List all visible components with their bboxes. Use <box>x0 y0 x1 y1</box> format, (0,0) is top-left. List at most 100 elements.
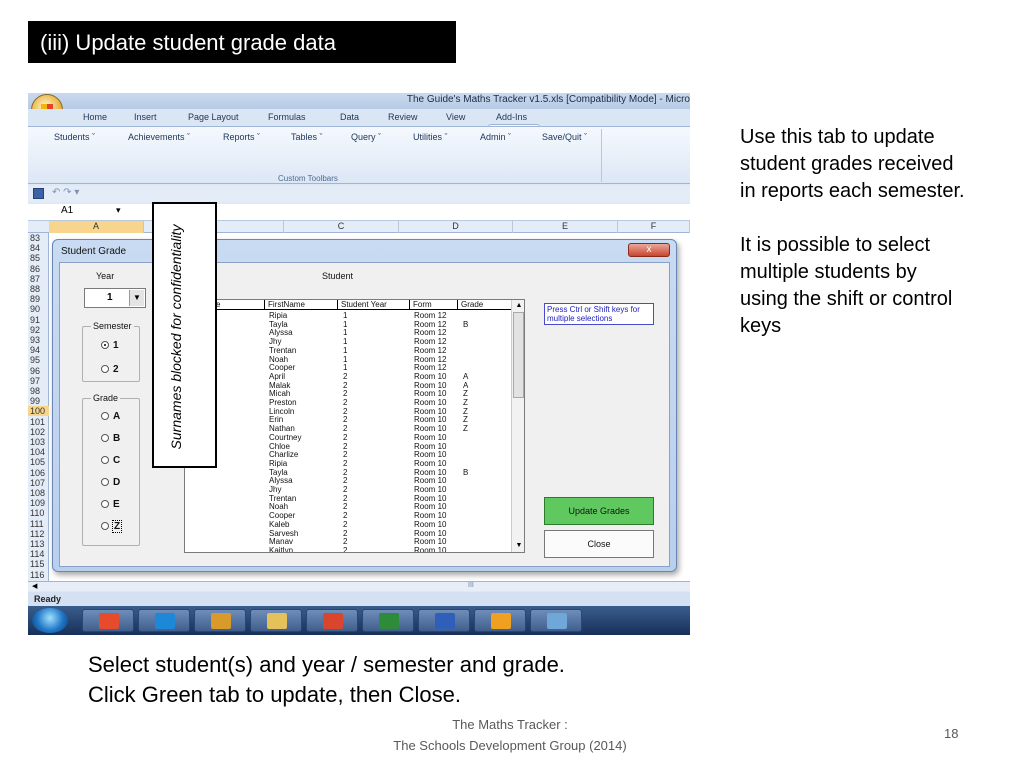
year-select[interactable]: 1 ▼ <box>84 288 146 308</box>
row-header[interactable]: 110 <box>30 508 44 518</box>
ribbon-utilities[interactable]: Utilities ˇ <box>413 132 448 142</box>
semester-radio-2[interactable]: 2 <box>101 364 119 375</box>
ribbon-achievements[interactable]: Achievements ˇ <box>128 132 190 142</box>
row-header[interactable]: 107 <box>30 478 45 488</box>
list-item[interactable]: Manav 2 Room 10 <box>185 537 511 546</box>
scroll-left-icon[interactable]: ◀ <box>32 582 37 590</box>
tab-formulas[interactable]: Formulas <box>268 112 306 122</box>
list-item[interactable]: Courtney 2 Room 10 <box>185 433 511 442</box>
list-item[interactable]: Trentan 1 Room 12 <box>185 346 511 355</box>
grade-radio-c[interactable]: C <box>101 455 120 466</box>
update-grades-button[interactable]: Update Grades <box>544 497 654 525</box>
list-item[interactable]: Trentan 2 Room 10 <box>185 494 511 503</box>
row-header[interactable]: 84 <box>30 243 40 253</box>
undo-redo-icons[interactable]: ↶ ↷ ▾ <box>52 187 79 198</box>
ribbon-query[interactable]: Query ˇ <box>351 132 381 142</box>
row-header[interactable]: 102 <box>30 427 45 437</box>
ribbon-admin[interactable]: Admin ˇ <box>480 132 511 142</box>
list-item[interactable]: Charlize 2 Room 10 <box>185 450 511 459</box>
grade-radio-b[interactable]: B <box>101 433 120 444</box>
row-header[interactable]: 91 <box>30 315 40 325</box>
column-header-d[interactable]: D <box>399 221 513 233</box>
list-item[interactable]: Tayla 1 Room 12 B <box>185 320 511 329</box>
row-header[interactable]: 86 <box>30 264 40 274</box>
list-item[interactable]: Preston 2 Room 10 Z <box>185 398 511 407</box>
row-header[interactable]: 99 <box>30 396 40 406</box>
row-header[interactable]: 89 <box>30 294 40 304</box>
list-item[interactable]: Jhy 2 Room 10 <box>185 485 511 494</box>
list-item[interactable]: Ripia 1 Room 12 <box>185 311 511 320</box>
column-header-c[interactable]: C <box>284 221 399 233</box>
row-header[interactable]: 90 <box>30 304 40 314</box>
taskbar-button[interactable] <box>306 609 358 632</box>
taskbar-button[interactable] <box>138 609 190 632</box>
row-header[interactable]: 87 <box>30 274 40 284</box>
student-listbox[interactable]: Surname FirstName Student Year Form Grad… <box>184 299 525 553</box>
list-item[interactable]: Tayla 2 Room 10 B <box>185 468 511 477</box>
list-item[interactable]: Lincoln 2 Room 10 Z <box>185 407 511 416</box>
list-item[interactable]: Ripia 2 Room 10 <box>185 459 511 468</box>
scroll-down-icon[interactable]: ▼ <box>513 540 524 551</box>
close-button[interactable]: Close <box>544 530 654 558</box>
row-header[interactable]: 92 <box>30 325 40 335</box>
taskbar-button[interactable] <box>474 609 526 632</box>
semester-radio-1[interactable]: 1 <box>101 340 119 351</box>
row-header[interactable]: 94 <box>30 345 40 355</box>
name-box-dropdown-icon[interactable]: ▾ <box>116 205 121 216</box>
chevron-down-icon[interactable]: ▼ <box>129 290 144 306</box>
row-header[interactable]: 114 <box>30 549 44 559</box>
dialog-close-button[interactable]: x <box>628 243 670 257</box>
grade-radio-z[interactable]: Z <box>101 520 123 533</box>
row-header[interactable]: 93 <box>30 335 40 345</box>
row-header[interactable]: 85 <box>30 253 40 263</box>
list-item[interactable]: Kaleb 2 Room 10 <box>185 520 511 529</box>
list-item[interactable]: Chloe 2 Room 10 <box>185 442 511 451</box>
grade-radio-a[interactable]: A <box>101 411 120 422</box>
column-header-e[interactable]: E <box>513 221 618 233</box>
taskbar-button[interactable] <box>362 609 414 632</box>
row-header[interactable]: 88 <box>30 284 40 294</box>
taskbar-button[interactable] <box>250 609 302 632</box>
list-item[interactable]: Noah 2 Room 10 <box>185 502 511 511</box>
list-item[interactable]: Sarvesh 2 Room 10 <box>185 529 511 538</box>
column-header-f[interactable]: F <box>618 221 690 233</box>
row-header[interactable]: 108 <box>30 488 45 498</box>
row-header[interactable]: 116 <box>30 570 44 580</box>
row-header[interactable]: 115 <box>30 559 44 569</box>
tab-insert[interactable]: Insert <box>134 112 157 122</box>
row-header[interactable]: 97 <box>30 376 40 386</box>
tab-data[interactable]: Data <box>340 112 359 122</box>
row-header[interactable]: 105 <box>30 457 45 467</box>
row-header[interactable]: 104 <box>30 447 45 457</box>
ribbon-tables[interactable]: Tables ˇ <box>291 132 323 142</box>
row-header[interactable]: 95 <box>30 355 40 365</box>
list-item[interactable]: Alyssa 1 Room 12 <box>185 328 511 337</box>
tab-add-ins[interactable]: Add-Ins <box>496 112 527 122</box>
tab-view[interactable]: View <box>446 112 465 122</box>
list-item[interactable]: Malak 2 Room 10 A <box>185 381 511 390</box>
row-header[interactable]: 106 <box>30 468 45 478</box>
list-item[interactable]: Nathan 2 Room 10 Z <box>185 424 511 433</box>
tab-review[interactable]: Review <box>388 112 418 122</box>
tab-home[interactable]: Home <box>83 112 107 122</box>
horizontal-scrollbar[interactable]: ◀ III <box>28 581 690 591</box>
scroll-thumb[interactable] <box>513 312 524 398</box>
list-item[interactable]: Cooper 1 Room 12 <box>185 363 511 372</box>
row-header[interactable]: 111 <box>30 519 44 529</box>
list-item[interactable]: Kaitlyn 2 Room 10 <box>185 546 511 552</box>
list-item[interactable]: Cooper 2 Room 10 <box>185 511 511 520</box>
scroll-up-icon[interactable]: ▲ <box>513 300 524 311</box>
list-item[interactable]: Erin 2 Room 10 Z <box>185 415 511 424</box>
list-item[interactable]: Alyssa 2 Room 10 <box>185 476 511 485</box>
scroll-grip[interactable]: III <box>468 582 474 589</box>
row-header[interactable]: 101 <box>30 417 45 427</box>
list-item[interactable]: Noah 1 Room 12 <box>185 355 511 364</box>
grade-radio-e[interactable]: E <box>101 499 120 510</box>
save-icon[interactable] <box>33 188 44 199</box>
ribbon-students[interactable]: Students ˇ <box>54 132 95 142</box>
column-header-a[interactable]: A <box>49 221 144 233</box>
row-header[interactable]: 100 <box>28 406 49 417</box>
windows-start-icon[interactable] <box>32 608 68 633</box>
row-header[interactable]: 109 <box>30 498 45 508</box>
ribbon-save-quit[interactable]: Save/Quit ˇ <box>542 132 587 142</box>
